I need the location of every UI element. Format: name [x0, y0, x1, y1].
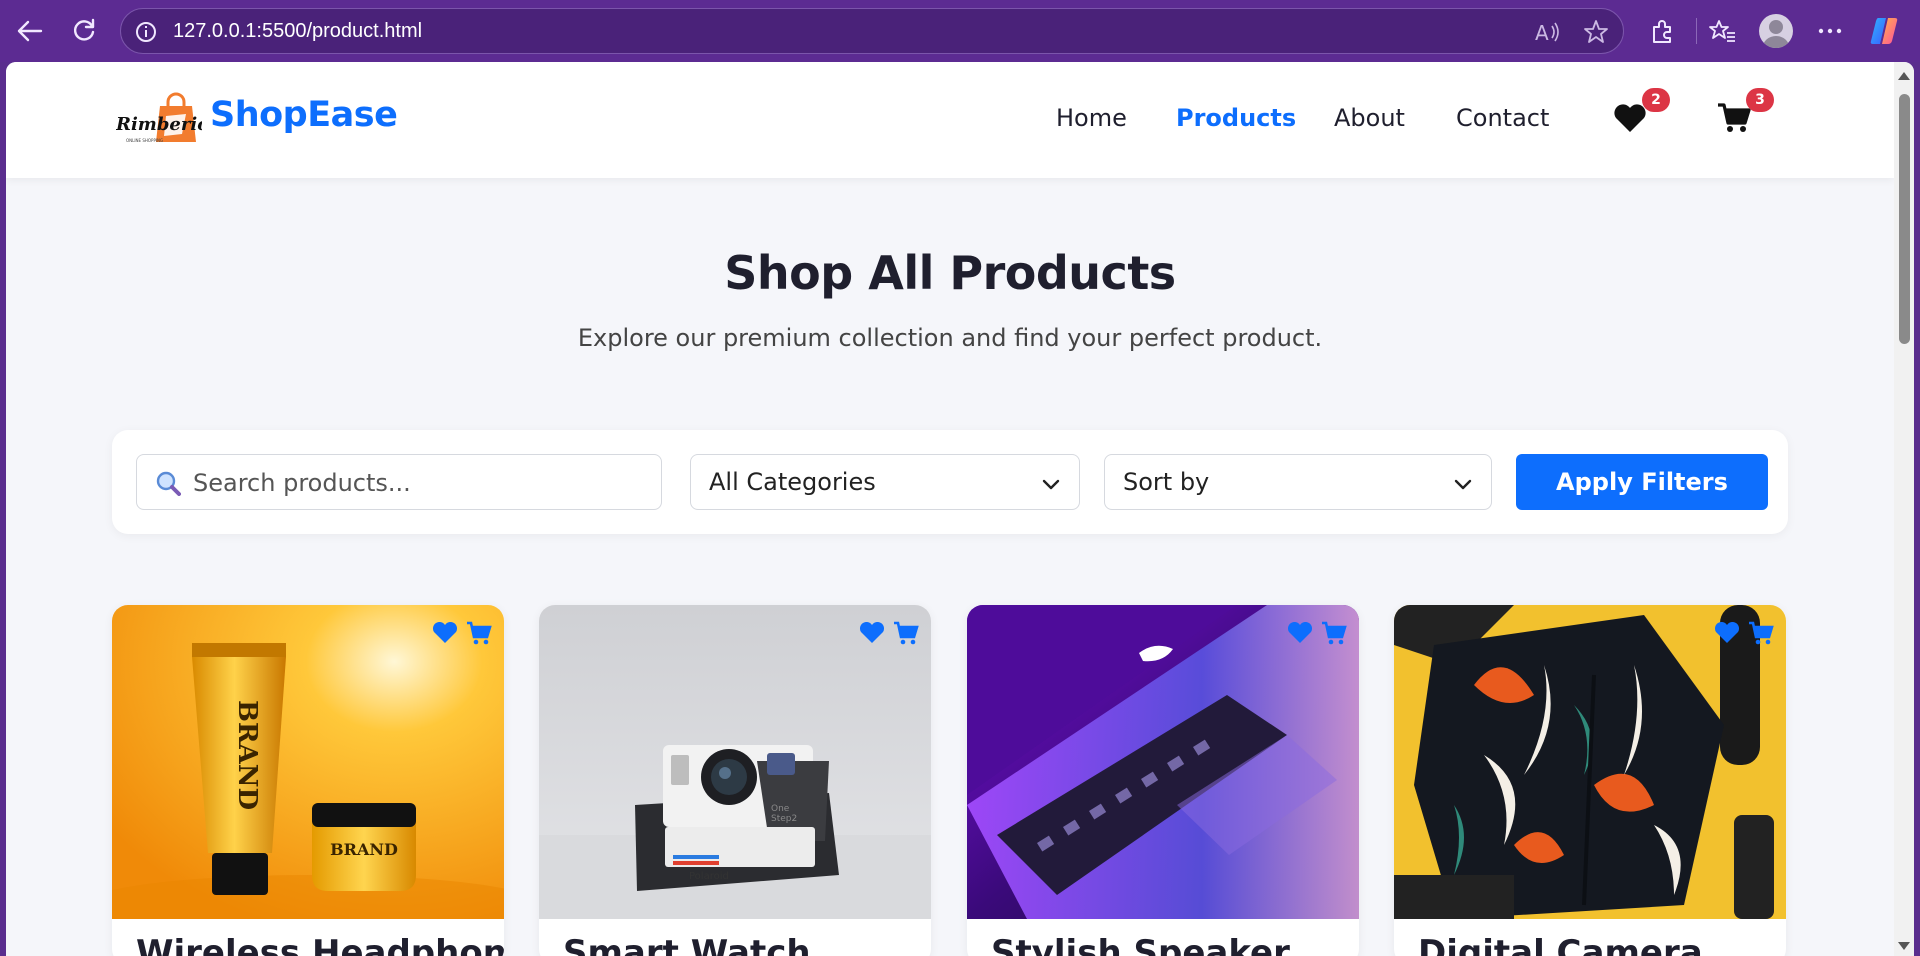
cart-icon[interactable]	[1319, 619, 1349, 647]
card-actions	[430, 619, 494, 647]
product-card[interactable]: Stylish Speaker	[967, 605, 1359, 956]
wishlist-button[interactable]: 2	[1612, 88, 1670, 138]
nav-contact[interactable]: Contact	[1456, 104, 1549, 132]
apply-filters-button[interactable]: Apply Filters	[1516, 454, 1768, 510]
sort-select[interactable]: Sort by	[1104, 454, 1492, 510]
svg-text:Step2: Step2	[771, 814, 797, 824]
svg-text:BRAND: BRAND	[330, 840, 398, 859]
product-name[interactable]: Digital Camera	[1418, 933, 1703, 956]
scroll-up-arrow-icon[interactable]	[1898, 72, 1910, 80]
card-actions	[1285, 619, 1349, 647]
heart-icon[interactable]	[1712, 619, 1742, 647]
product-card[interactable]: Polaroid One Step2 Smart Watch	[539, 605, 931, 956]
svg-text:ONLINE SHOPPING: ONLINE SHOPPING	[126, 138, 163, 143]
nav-home[interactable]: Home	[1056, 104, 1127, 132]
cart-icon	[1717, 102, 1751, 138]
page-subtitle: Explore our premium collection and find …	[577, 324, 1323, 352]
extensions-icon[interactable]	[1644, 13, 1680, 49]
scrollbar-thumb[interactable]	[1899, 94, 1910, 344]
brand-name[interactable]: ShopEase	[210, 95, 398, 135]
sort-selected-value: Sort by	[1123, 468, 1210, 496]
site-header: Rimberio ONLINE SHOPPING ShopEase Home P…	[6, 62, 1894, 178]
category-select[interactable]: All Categories	[690, 454, 1080, 510]
card-actions	[1712, 619, 1776, 647]
chevron-down-icon	[1041, 474, 1061, 494]
page-scrollbar[interactable]	[1894, 62, 1914, 956]
nav-about[interactable]: About	[1334, 104, 1405, 132]
heart-icon[interactable]	[1285, 619, 1315, 647]
search-input[interactable]	[193, 465, 643, 501]
product-name[interactable]: Stylish Speaker	[991, 933, 1290, 956]
browser-toolbar: 127.0.0.1:5500/product.html A	[0, 0, 1920, 62]
category-selected-value: All Categories	[709, 468, 876, 496]
page-title: Shop All Products	[724, 246, 1176, 300]
cart-icon[interactable]	[1746, 619, 1776, 647]
heart-icon	[1613, 103, 1647, 137]
search-box[interactable]	[136, 454, 662, 510]
product-card[interactable]: Digital Camera	[1394, 605, 1786, 956]
product-image-shirt[interactable]	[1394, 605, 1786, 919]
filter-bar: All Categories Sort by Apply Filters	[112, 430, 1788, 534]
read-aloud-icon[interactable]: A	[1535, 20, 1561, 48]
svg-text:A: A	[1535, 21, 1549, 44]
cart-button[interactable]: 3	[1716, 88, 1774, 138]
heart-icon[interactable]	[430, 619, 460, 647]
cart-count-badge: 3	[1746, 88, 1774, 112]
svg-text:One: One	[771, 804, 790, 814]
profile-icon[interactable]	[1759, 14, 1793, 48]
product-image-skincare[interactable]: BRAND BRAND	[112, 605, 504, 919]
scroll-down-arrow-icon[interactable]	[1898, 942, 1910, 950]
product-card[interactable]: BRAND BRAND Wireless Headphones	[112, 605, 504, 956]
heart-icon[interactable]	[857, 619, 887, 647]
wishlist-count-badge: 2	[1642, 88, 1670, 112]
more-icon[interactable]	[1812, 13, 1848, 49]
favorite-star-icon[interactable]	[1583, 19, 1609, 49]
page-viewport: Rimberio ONLINE SHOPPING ShopEase Home P…	[6, 62, 1914, 956]
cart-icon[interactable]	[891, 619, 921, 647]
product-name[interactable]: Wireless Headphones	[136, 933, 504, 956]
shopping-bag-logo[interactable]: Rimberio ONLINE SHOPPING	[115, 92, 209, 146]
back-arrow-icon[interactable]	[12, 13, 48, 49]
svg-text:BRAND: BRAND	[232, 700, 262, 810]
info-icon[interactable]	[135, 21, 157, 47]
copilot-icon[interactable]	[1868, 15, 1900, 47]
product-image-camera[interactable]: Polaroid One Step2	[539, 605, 931, 919]
logo-text: Rimberio	[116, 114, 202, 135]
product-image-laptop[interactable]	[967, 605, 1359, 919]
search-icon	[155, 470, 181, 496]
refresh-icon[interactable]	[66, 13, 102, 49]
product-name[interactable]: Smart Watch	[563, 933, 811, 956]
toolbar-divider	[1696, 18, 1697, 44]
url-text: 127.0.0.1:5500/product.html	[173, 20, 423, 42]
cart-icon[interactable]	[464, 619, 494, 647]
address-bar[interactable]: 127.0.0.1:5500/product.html A	[120, 8, 1624, 54]
nav-products[interactable]: Products	[1176, 104, 1296, 132]
card-actions	[857, 619, 921, 647]
chevron-down-icon	[1453, 474, 1473, 494]
favorites-icon[interactable]	[1704, 13, 1740, 49]
svg-text:Polaroid: Polaroid	[689, 871, 729, 882]
